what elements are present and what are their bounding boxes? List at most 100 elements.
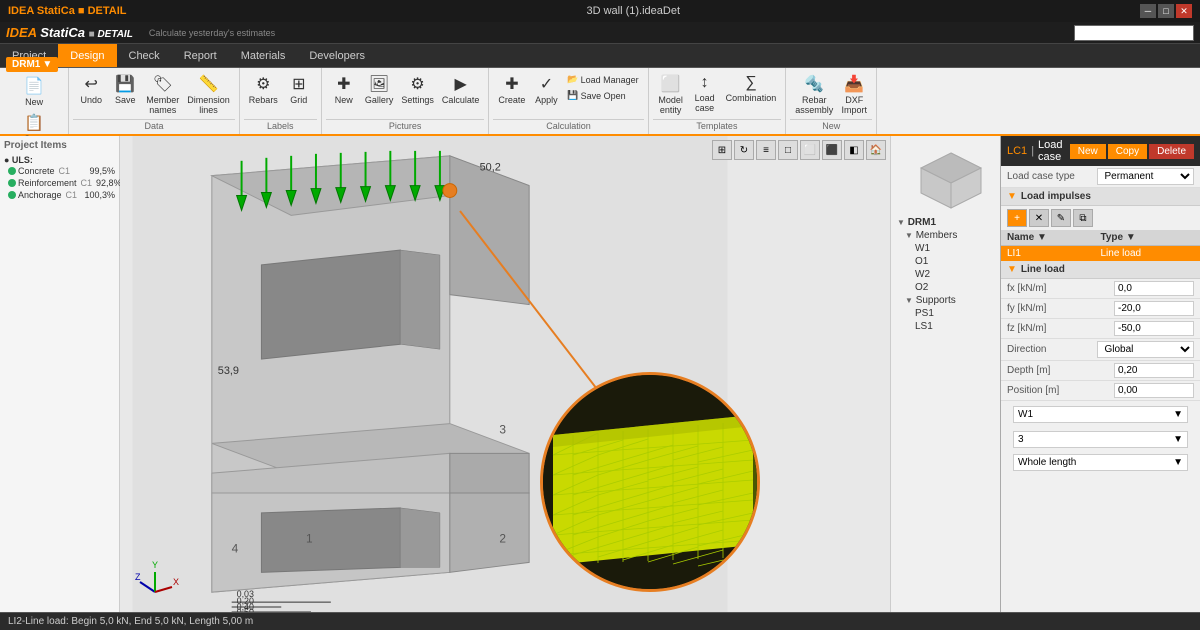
ribbon-undo-button[interactable]: ↩Undo xyxy=(75,72,107,107)
impulse-buttons: + ✕ ✎ ⧉ xyxy=(1001,206,1200,230)
length-dropdown-row: Whole length ▼ xyxy=(1001,451,1200,474)
ribbon-rebars-button[interactable]: ⚙Rebars xyxy=(246,72,281,107)
tree-ls1[interactable]: LS1 xyxy=(895,320,996,333)
ribbon-draw-new-button[interactable]: ✚New xyxy=(328,72,360,107)
depth-label: Depth [m] xyxy=(1007,365,1114,376)
tree-w1[interactable]: W1 xyxy=(895,242,996,255)
status-text: LI2-Line load: Begin 5,0 kN, End 5,0 kN,… xyxy=(8,616,253,627)
lc-new-button[interactable]: New xyxy=(1070,144,1106,159)
ribbon-model-entity-button[interactable]: ⬜Modelentity xyxy=(655,72,687,117)
svg-text:X: X xyxy=(173,577,179,587)
direction-label: Direction xyxy=(1007,344,1097,355)
ribbon-dxf-import-button[interactable]: 📥DXFImport xyxy=(838,72,870,117)
member-dropdown-row: W1 ▼ xyxy=(1001,401,1200,428)
li1-type: Line load xyxy=(1101,248,1195,259)
anchorage-label: Anchorage xyxy=(18,190,62,200)
reinforcement-value: 92,8% xyxy=(96,178,122,188)
position-input[interactable] xyxy=(1114,383,1194,398)
depth-row: Depth [m] xyxy=(1001,361,1200,381)
impulse-btn-copy[interactable]: ⧉ xyxy=(1073,209,1093,227)
svg-text:50,2: 50,2 xyxy=(480,162,501,174)
fz-label: fz [kN/m] xyxy=(1007,323,1114,334)
viewport[interactable]: ⊞ ↻ ≡ □ ⬜ ⬛ ◧ 🏠 xyxy=(120,136,890,612)
vp-btn8[interactable]: 🏠 xyxy=(866,140,886,160)
rotate-button[interactable]: ↻ xyxy=(734,140,754,160)
length-dropdown[interactable]: Whole length ▼ xyxy=(1013,454,1188,471)
menu-check[interactable]: Check xyxy=(117,44,172,67)
ribbon-load-case-button[interactable]: ↕Loadcase xyxy=(689,72,721,115)
ribbon-create-button[interactable]: ✚Create xyxy=(495,72,528,107)
member-dropdown-value: W1 xyxy=(1018,409,1033,420)
direction-select[interactable]: Global Local xyxy=(1097,341,1195,358)
lc-title: LC1 xyxy=(1007,145,1027,157)
ribbon-group-actions: ↩Undo 💾Save 🏷Membernames 📏Dimensionlines… xyxy=(69,68,240,134)
maximize-button[interactable]: □ xyxy=(1158,4,1174,18)
length-dropdown-value: Whole length xyxy=(1018,457,1076,468)
fz-input[interactable] xyxy=(1114,321,1194,336)
impulse-table-row-li1[interactable]: LI1 Line load xyxy=(1001,246,1200,261)
close-button[interactable]: ✕ xyxy=(1176,4,1192,18)
ribbon-rebar-assembly-button[interactable]: 🔩Rebarassembly xyxy=(792,72,836,117)
fx-row: fx [kN/m] xyxy=(1001,279,1200,299)
tree-w2[interactable]: W2 xyxy=(895,268,996,281)
main-content: Project Items ● ULS: Concrete C1 99,5% R… xyxy=(0,136,1200,612)
ribbon-member-names-button[interactable]: 🏷Membernames xyxy=(143,72,182,117)
vp-btn6[interactable]: ⬛ xyxy=(822,140,842,160)
fy-input[interactable] xyxy=(1114,301,1194,316)
ribbon-combination-button[interactable]: ∑Combination xyxy=(723,72,780,105)
lc-delete-button[interactable]: Delete xyxy=(1149,144,1194,159)
fit-view-button[interactable]: ⊞ xyxy=(712,140,732,160)
load-case-type-select[interactable]: Permanent Variable xyxy=(1097,168,1195,185)
position-label: Position [m] xyxy=(1007,385,1114,396)
impulse-btn-remove[interactable]: ✕ xyxy=(1029,209,1049,227)
impulse-btn-edit[interactable]: ✎ xyxy=(1051,209,1071,227)
ribbon-grid-button[interactable]: ⊞Grid xyxy=(283,72,315,107)
menu-materials[interactable]: Materials xyxy=(229,44,298,67)
load-case-type-row: Load case type Permanent Variable xyxy=(1001,166,1200,188)
drm1-dropdown[interactable]: DRM1 ▼ xyxy=(6,57,58,72)
lc-copy-button[interactable]: Copy xyxy=(1108,144,1147,159)
load-case-type-label: Load case type xyxy=(1007,171,1097,182)
impulse-btn-add[interactable]: + xyxy=(1007,209,1027,227)
depth-input[interactable] xyxy=(1114,363,1194,378)
ribbon-dimension-lines-button[interactable]: 📏Dimensionlines xyxy=(184,72,233,117)
member-dropdown[interactable]: W1 ▼ xyxy=(1013,406,1188,423)
minimize-button[interactable]: ─ xyxy=(1140,4,1156,18)
ribbon-save-button[interactable]: 💾Save xyxy=(109,72,141,107)
svg-text:1: 1 xyxy=(306,532,313,546)
tree-supports[interactable]: ▼ Supports xyxy=(895,294,996,307)
tree-o2[interactable]: O2 xyxy=(895,281,996,294)
fy-row: fy [kN/m] xyxy=(1001,299,1200,319)
tree-ps1[interactable]: PS1 xyxy=(895,307,996,320)
svg-text:0,50: 0,50 xyxy=(237,607,254,612)
ribbon-group-new: 🔩Rebarassembly 📥DXFImport New xyxy=(786,68,877,134)
vp-btn3[interactable]: ≡ xyxy=(756,140,776,160)
ribbon-apply-button[interactable]: ✓Apply xyxy=(530,72,562,107)
ribbon-new-button[interactable]: 📄New xyxy=(18,74,50,109)
ribbon-load-manager-button[interactable]: 📂Load Manager xyxy=(564,72,641,87)
menu-design[interactable]: Design xyxy=(58,44,116,67)
menu-report[interactable]: Report xyxy=(172,44,229,67)
ribbon-settings-button[interactable]: ⚙Settings xyxy=(398,72,437,107)
fz-row: fz [kN/m] xyxy=(1001,319,1200,339)
tree-drm1[interactable]: ▼ DRM1 xyxy=(895,216,996,229)
ribbon-gallery-button[interactable]: 🖼Gallery xyxy=(362,72,397,107)
3d-cube-icon xyxy=(916,148,976,208)
tree-o1[interactable]: O1 xyxy=(895,255,996,268)
ribbon-save-open-button[interactable]: 💾Save Open xyxy=(564,88,641,103)
menu-developers[interactable]: Developers xyxy=(297,44,377,67)
project-items-title: Project Items xyxy=(4,140,115,151)
position-row: Position [m] xyxy=(1001,381,1200,401)
concrete-label: Concrete xyxy=(18,166,55,176)
vp-btn7[interactable]: ◧ xyxy=(844,140,864,160)
title-bar: IDEA StatiCa ■ DETAIL 3D wall (1).ideaDe… xyxy=(0,0,1200,22)
vp-btn5[interactable]: ⬜ xyxy=(800,140,820,160)
edge-dropdown[interactable]: 3 ▼ xyxy=(1013,431,1188,448)
fx-input[interactable] xyxy=(1114,281,1194,296)
load-impulses-header: ▼ Load impulses xyxy=(1001,188,1200,206)
tree-members[interactable]: ▼ Members xyxy=(895,229,996,242)
ribbon-calculate-button[interactable]: ▶Calculate xyxy=(439,72,483,107)
search-input[interactable] xyxy=(1074,25,1194,41)
vp-btn4[interactable]: □ xyxy=(778,140,798,160)
fx-label: fx [kN/m] xyxy=(1007,283,1114,294)
